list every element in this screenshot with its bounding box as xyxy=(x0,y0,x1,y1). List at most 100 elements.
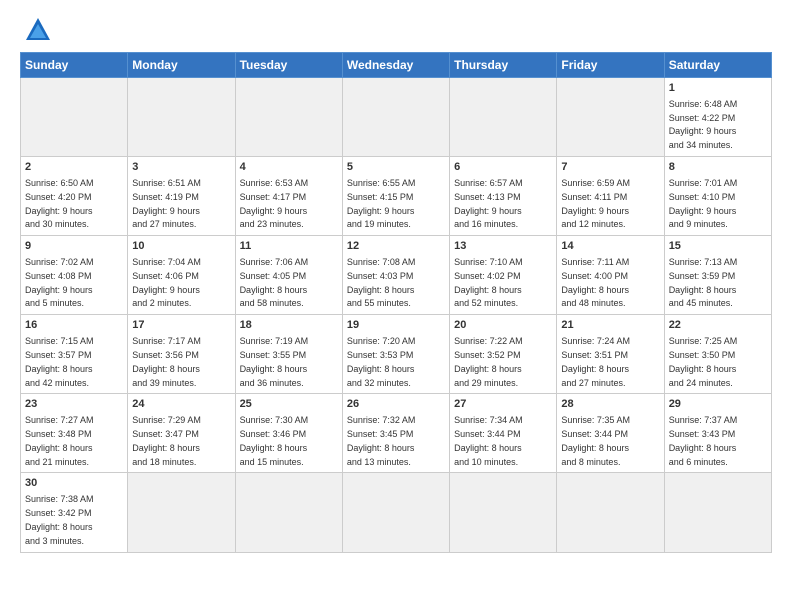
calendar-week-row: 2 Sunrise: 6:50 AM Sunset: 4:20 PM Daylig… xyxy=(21,157,772,236)
calendar-day-cell: 7 Sunrise: 6:59 AM Sunset: 4:11 PM Daylig… xyxy=(557,157,664,236)
day-info: Sunrise: 7:08 AM Sunset: 4:03 PM Dayligh… xyxy=(347,257,416,308)
day-number: 11 xyxy=(240,239,338,254)
calendar-day-cell xyxy=(342,473,449,552)
day-number: 21 xyxy=(561,318,659,333)
calendar-day-cell: 4 Sunrise: 6:53 AM Sunset: 4:17 PM Daylig… xyxy=(235,157,342,236)
calendar-day-cell: 30 Sunrise: 7:38 AM Sunset: 3:42 PM Dayli… xyxy=(21,473,128,552)
day-number: 4 xyxy=(240,160,338,175)
day-info: Sunrise: 7:37 AM Sunset: 3:43 PM Dayligh… xyxy=(669,415,738,466)
day-info: Sunrise: 7:38 AM Sunset: 3:42 PM Dayligh… xyxy=(25,494,94,545)
weekday-header-monday: Monday xyxy=(128,53,235,78)
calendar-day-cell xyxy=(450,78,557,157)
calendar-day-cell xyxy=(21,78,128,157)
calendar-day-cell xyxy=(235,78,342,157)
calendar-day-cell: 10 Sunrise: 7:04 AM Sunset: 4:06 PM Dayli… xyxy=(128,236,235,315)
calendar-day-cell: 27 Sunrise: 7:34 AM Sunset: 3:44 PM Dayli… xyxy=(450,394,557,473)
day-info: Sunrise: 6:48 AM Sunset: 4:22 PM Dayligh… xyxy=(669,99,738,150)
calendar-day-cell: 1 Sunrise: 6:48 AM Sunset: 4:22 PM Daylig… xyxy=(664,78,771,157)
calendar-day-cell: 12 Sunrise: 7:08 AM Sunset: 4:03 PM Dayli… xyxy=(342,236,449,315)
day-number: 25 xyxy=(240,397,338,412)
day-info: Sunrise: 7:10 AM Sunset: 4:02 PM Dayligh… xyxy=(454,257,523,308)
day-info: Sunrise: 7:19 AM Sunset: 3:55 PM Dayligh… xyxy=(240,336,309,387)
day-info: Sunrise: 7:27 AM Sunset: 3:48 PM Dayligh… xyxy=(25,415,94,466)
header xyxy=(20,16,772,44)
weekday-header-friday: Friday xyxy=(557,53,664,78)
day-info: Sunrise: 7:02 AM Sunset: 4:08 PM Dayligh… xyxy=(25,257,94,308)
day-info: Sunrise: 6:55 AM Sunset: 4:15 PM Dayligh… xyxy=(347,178,416,229)
day-info: Sunrise: 7:04 AM Sunset: 4:06 PM Dayligh… xyxy=(132,257,201,308)
calendar-day-cell: 9 Sunrise: 7:02 AM Sunset: 4:08 PM Daylig… xyxy=(21,236,128,315)
day-info: Sunrise: 7:35 AM Sunset: 3:44 PM Dayligh… xyxy=(561,415,630,466)
day-number: 22 xyxy=(669,318,767,333)
calendar-day-cell: 24Sunrise: 7:29 AM Sunset: 3:47 PM Dayli… xyxy=(128,394,235,473)
day-number: 1 xyxy=(669,81,767,96)
calendar-week-row: 30 Sunrise: 7:38 AM Sunset: 3:42 PM Dayli… xyxy=(21,473,772,552)
day-info: Sunrise: 7:29 AM Sunset: 3:47 PM Dayligh… xyxy=(132,415,201,466)
calendar-table: SundayMondayTuesdayWednesdayThursdayFrid… xyxy=(20,52,772,553)
weekday-header-tuesday: Tuesday xyxy=(235,53,342,78)
day-number: 16 xyxy=(25,318,123,333)
day-info: Sunrise: 6:50 AM Sunset: 4:20 PM Dayligh… xyxy=(25,178,94,229)
calendar-day-cell: 13 Sunrise: 7:10 AM Sunset: 4:02 PM Dayli… xyxy=(450,236,557,315)
calendar-day-cell: 5Sunrise: 6:55 AM Sunset: 4:15 PM Daylig… xyxy=(342,157,449,236)
weekday-header-wednesday: Wednesday xyxy=(342,53,449,78)
day-number: 13 xyxy=(454,239,552,254)
calendar-day-cell: 3Sunrise: 6:51 AM Sunset: 4:19 PM Daylig… xyxy=(128,157,235,236)
calendar-day-cell: 11 Sunrise: 7:06 AM Sunset: 4:05 PM Dayli… xyxy=(235,236,342,315)
day-number: 9 xyxy=(25,239,123,254)
calendar-day-cell: 17 Sunrise: 7:17 AM Sunset: 3:56 PM Dayli… xyxy=(128,315,235,394)
day-info: Sunrise: 7:20 AM Sunset: 3:53 PM Dayligh… xyxy=(347,336,416,387)
calendar-day-cell: 21 Sunrise: 7:24 AM Sunset: 3:51 PM Dayli… xyxy=(557,315,664,394)
day-number: 29 xyxy=(669,397,767,412)
day-number: 19 xyxy=(347,318,445,333)
day-info: Sunrise: 7:17 AM Sunset: 3:56 PM Dayligh… xyxy=(132,336,201,387)
calendar-day-cell: 16 Sunrise: 7:15 AM Sunset: 3:57 PM Dayli… xyxy=(21,315,128,394)
calendar-day-cell xyxy=(557,473,664,552)
day-info: Sunrise: 7:11 AM Sunset: 4:00 PM Dayligh… xyxy=(561,257,629,308)
weekday-header-sunday: Sunday xyxy=(21,53,128,78)
day-info: Sunrise: 7:24 AM Sunset: 3:51 PM Dayligh… xyxy=(561,336,630,387)
day-number: 15 xyxy=(669,239,767,254)
calendar-day-cell: 8 Sunrise: 7:01 AM Sunset: 4:10 PM Daylig… xyxy=(664,157,771,236)
day-number: 6 xyxy=(454,160,552,175)
calendar-day-cell xyxy=(128,473,235,552)
logo-icon xyxy=(24,16,52,44)
day-number: 30 xyxy=(25,476,123,491)
calendar-day-cell xyxy=(450,473,557,552)
calendar-day-cell: 14 Sunrise: 7:11 AM Sunset: 4:00 PM Dayli… xyxy=(557,236,664,315)
calendar-day-cell xyxy=(557,78,664,157)
calendar-day-cell xyxy=(128,78,235,157)
day-number: 14 xyxy=(561,239,659,254)
calendar-day-cell: 15Sunrise: 7:13 AM Sunset: 3:59 PM Dayli… xyxy=(664,236,771,315)
day-number: 12 xyxy=(347,239,445,254)
day-info: Sunrise: 7:34 AM Sunset: 3:44 PM Dayligh… xyxy=(454,415,523,466)
day-info: Sunrise: 7:15 AM Sunset: 3:57 PM Dayligh… xyxy=(25,336,94,387)
day-number: 26 xyxy=(347,397,445,412)
day-number: 17 xyxy=(132,318,230,333)
day-info: Sunrise: 6:59 AM Sunset: 4:11 PM Dayligh… xyxy=(561,178,630,229)
day-number: 10 xyxy=(132,239,230,254)
calendar-day-cell: 29 Sunrise: 7:37 AM Sunset: 3:43 PM Dayli… xyxy=(664,394,771,473)
day-number: 27 xyxy=(454,397,552,412)
calendar-day-cell: 28Sunrise: 7:35 AM Sunset: 3:44 PM Dayli… xyxy=(557,394,664,473)
day-number: 23 xyxy=(25,397,123,412)
calendar-day-cell: 26 Sunrise: 7:32 AM Sunset: 3:45 PM Dayli… xyxy=(342,394,449,473)
weekday-header-saturday: Saturday xyxy=(664,53,771,78)
day-info: Sunrise: 7:06 AM Sunset: 4:05 PM Dayligh… xyxy=(240,257,309,308)
day-info: Sunrise: 7:22 AM Sunset: 3:52 PM Dayligh… xyxy=(454,336,523,387)
calendar-day-cell: 23 Sunrise: 7:27 AM Sunset: 3:48 PM Dayli… xyxy=(21,394,128,473)
day-info: Sunrise: 7:25 AM Sunset: 3:50 PM Dayligh… xyxy=(669,336,738,387)
day-info: Sunrise: 7:01 AM Sunset: 4:10 PM Dayligh… xyxy=(669,178,738,229)
calendar-week-row: 9 Sunrise: 7:02 AM Sunset: 4:08 PM Daylig… xyxy=(21,236,772,315)
day-number: 2 xyxy=(25,160,123,175)
day-number: 18 xyxy=(240,318,338,333)
day-info: Sunrise: 6:57 AM Sunset: 4:13 PM Dayligh… xyxy=(454,178,523,229)
calendar-day-cell: 25Sunrise: 7:30 AM Sunset: 3:46 PM Dayli… xyxy=(235,394,342,473)
calendar-week-row: 1 Sunrise: 6:48 AM Sunset: 4:22 PM Daylig… xyxy=(21,78,772,157)
page: SundayMondayTuesdayWednesdayThursdayFrid… xyxy=(0,0,792,612)
day-info: Sunrise: 6:53 AM Sunset: 4:17 PM Dayligh… xyxy=(240,178,309,229)
calendar-day-cell: 19 Sunrise: 7:20 AM Sunset: 3:53 PM Dayli… xyxy=(342,315,449,394)
day-number: 8 xyxy=(669,160,767,175)
day-info: Sunrise: 7:32 AM Sunset: 3:45 PM Dayligh… xyxy=(347,415,416,466)
day-number: 7 xyxy=(561,160,659,175)
